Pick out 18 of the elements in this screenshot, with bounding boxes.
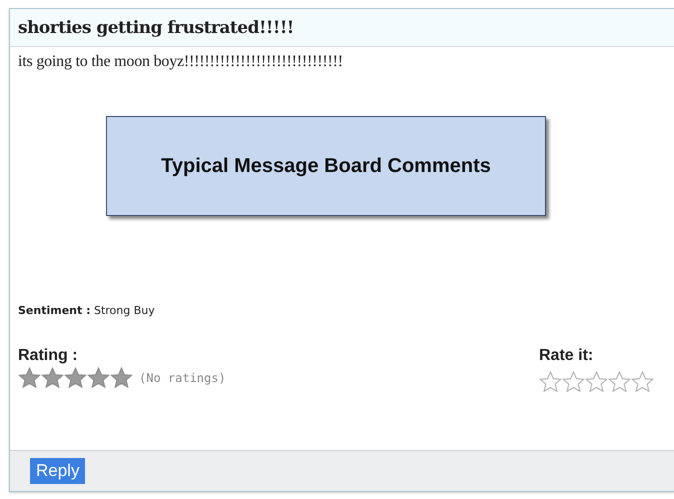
sentiment-text: Sentiment : Strong Buy bbox=[17, 303, 156, 317]
star-outline-icon[interactable] bbox=[608, 371, 631, 393]
star-icon bbox=[87, 367, 110, 389]
rating-label: Rating : bbox=[18, 347, 79, 365]
star-outline-icon[interactable] bbox=[631, 371, 654, 393]
reply-button[interactable]: Reply bbox=[30, 458, 86, 484]
star-outline-icon[interactable] bbox=[585, 371, 608, 393]
star-icon bbox=[18, 367, 41, 389]
star-icon bbox=[41, 367, 64, 389]
post-title: shorties getting frustrated!!!!! bbox=[18, 18, 294, 38]
callout-box: Typical Message Board Comments bbox=[106, 116, 546, 216]
star-icon bbox=[64, 367, 87, 389]
star-outline-icon[interactable] bbox=[539, 371, 562, 393]
star-icon bbox=[110, 367, 133, 389]
rate-label: Rate it: bbox=[539, 347, 594, 365]
rating-note: (No ratings) bbox=[139, 371, 226, 385]
post-body: its going to the moon boyz!!!!!!!!!!!!!!!!!!!!!!!!!!!!!!! bbox=[17, 52, 344, 71]
star-outline-icon[interactable] bbox=[562, 371, 585, 393]
